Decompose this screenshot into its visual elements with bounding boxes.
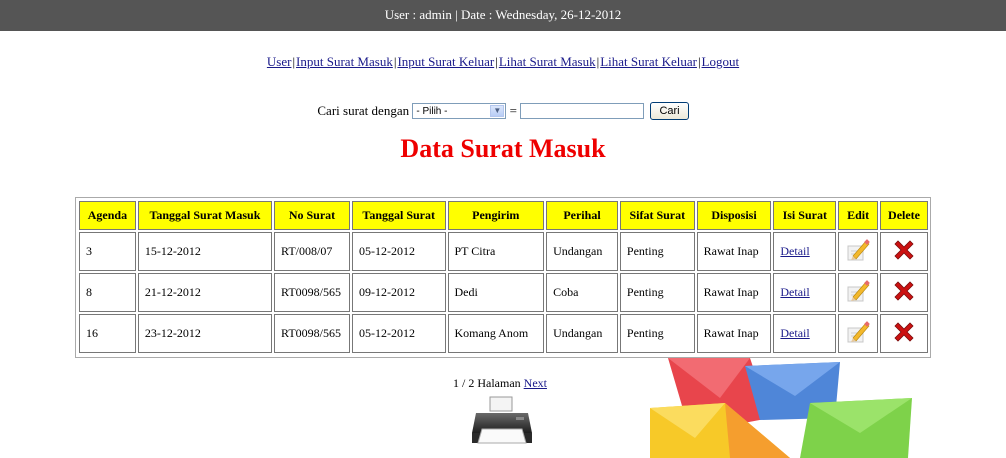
col-tanggal-surat: Tanggal Surat (351, 201, 446, 230)
cell-edit (838, 314, 879, 353)
table-body: 3 15-12-2012 RT/008/07 05-12-2012 PT Citra Un… (79, 232, 928, 353)
cell-perihal: Undangan (546, 232, 618, 271)
col-edit: Edit (838, 201, 879, 230)
user-date-info: User : admin | Date : Wednesday, 26-12-2… (384, 7, 622, 22)
cell-pengirim: PT Citra (447, 232, 545, 271)
nav-input-surat-masuk[interactable]: Input Surat Masuk (296, 54, 393, 69)
col-perihal: Perihal (546, 201, 618, 230)
cell-disposisi: Rawat Inap (696, 273, 772, 312)
page-indicator: 1 / 2 Halaman (453, 376, 521, 390)
edit-pencil-icon[interactable] (845, 238, 871, 262)
cell-isi-surat: Detail (773, 314, 837, 353)
search-input[interactable] (520, 103, 645, 120)
col-sifat-surat: Sifat Surat (619, 201, 695, 230)
cell-tanggal-masuk: 21-12-2012 (137, 273, 273, 312)
cell-edit (838, 273, 879, 312)
page-title: Data Surat Masuk (400, 134, 606, 163)
pagination: 1 / 2 Halaman Next (453, 376, 547, 391)
nav-lihat-surat-masuk[interactable]: Lihat Surat Masuk (499, 54, 596, 69)
nav-lihat-surat-keluar[interactable]: Lihat Surat Keluar (600, 54, 697, 69)
nav-input-surat-keluar[interactable]: Input Surat Keluar (397, 54, 494, 69)
col-delete: Delete (880, 201, 928, 230)
cell-tanggal-surat: 05-12-2012 (351, 314, 446, 353)
cell-perihal: Coba (546, 273, 618, 312)
col-tanggal-surat-masuk: Tanggal Surat Masuk (137, 201, 273, 230)
search-form: Cari surat dengan - Pilih - ▼ = Cari (0, 102, 1006, 121)
cell-agenda: 8 (79, 273, 136, 312)
cell-pengirim: Komang Anom (447, 314, 545, 353)
cell-tanggal-masuk: 23-12-2012 (137, 314, 273, 353)
cell-perihal: Undangan (546, 314, 618, 353)
cell-tanggal-masuk: 15-12-2012 (137, 232, 273, 271)
equals-sign: = (509, 103, 517, 119)
main-navigation: User|Input Surat Masuk|Input Surat Kelua… (266, 54, 740, 69)
cell-tanggal-surat: 09-12-2012 (351, 273, 446, 312)
detail-link[interactable]: Detail (780, 244, 809, 258)
cell-delete (880, 314, 928, 353)
cell-sifat-surat: Penting (619, 314, 695, 353)
delete-x-icon[interactable] (892, 238, 916, 262)
cell-delete (880, 232, 928, 271)
table-header-row: Agenda Tanggal Surat Masuk No Surat Tang… (79, 201, 928, 230)
cell-no-surat: RT0098/565 (274, 314, 350, 353)
detail-link[interactable]: Detail (780, 326, 809, 340)
nav-logout[interactable]: Logout (702, 54, 740, 69)
cell-sifat-surat: Penting (619, 273, 695, 312)
cell-agenda: 3 (79, 232, 136, 271)
detail-link[interactable]: Detail (780, 285, 809, 299)
edit-pencil-icon[interactable] (845, 279, 871, 303)
table-row: 8 21-12-2012 RT0098/565 09-12-2012 Dedi Coba P… (79, 273, 928, 312)
cell-delete (880, 273, 928, 312)
chevron-down-icon[interactable]: ▼ (490, 105, 505, 118)
cell-isi-surat: Detail (773, 232, 837, 271)
search-label: Cari surat dengan (317, 103, 410, 119)
cell-no-surat: RT/008/07 (274, 232, 350, 271)
cell-disposisi: Rawat Inap (696, 314, 772, 353)
table-row: 16 23-12-2012 RT0098/565 05-12-2012 Komang A… (79, 314, 928, 353)
table-row: 3 15-12-2012 RT/008/07 05-12-2012 PT Citra Un… (79, 232, 928, 271)
delete-x-icon[interactable] (892, 279, 916, 303)
search-button[interactable]: Cari (650, 102, 689, 121)
cell-disposisi: Rawat Inap (696, 232, 772, 271)
surat-masuk-table-container: Agenda Tanggal Surat Masuk No Surat Tang… (75, 197, 931, 358)
envelopes-image (650, 358, 912, 458)
col-no-surat: No Surat (274, 201, 350, 230)
col-pengirim: Pengirim (447, 201, 545, 230)
cell-isi-surat: Detail (773, 273, 837, 312)
cell-no-surat: RT0098/565 (274, 273, 350, 312)
col-disposisi: Disposisi (696, 201, 772, 230)
search-field-select[interactable]: - Pilih - ▼ (412, 103, 507, 120)
cell-edit (838, 232, 879, 271)
delete-x-icon[interactable] (892, 320, 916, 344)
cell-sifat-surat: Penting (619, 232, 695, 271)
cell-agenda: 16 (79, 314, 136, 353)
edit-pencil-icon[interactable] (845, 320, 871, 344)
col-agenda: Agenda (79, 201, 136, 230)
col-isi-surat: Isi Surat (773, 201, 837, 230)
cell-pengirim: Dedi (447, 273, 545, 312)
surat-masuk-table: Agenda Tanggal Surat Masuk No Surat Tang… (77, 199, 930, 355)
next-page-link[interactable]: Next (524, 376, 547, 390)
cell-tanggal-surat: 05-12-2012 (351, 232, 446, 271)
top-status-bar: User : admin | Date : Wednesday, 26-12-2… (0, 0, 1006, 31)
printer-icon[interactable] (470, 395, 534, 447)
nav-user[interactable]: User (267, 54, 292, 69)
